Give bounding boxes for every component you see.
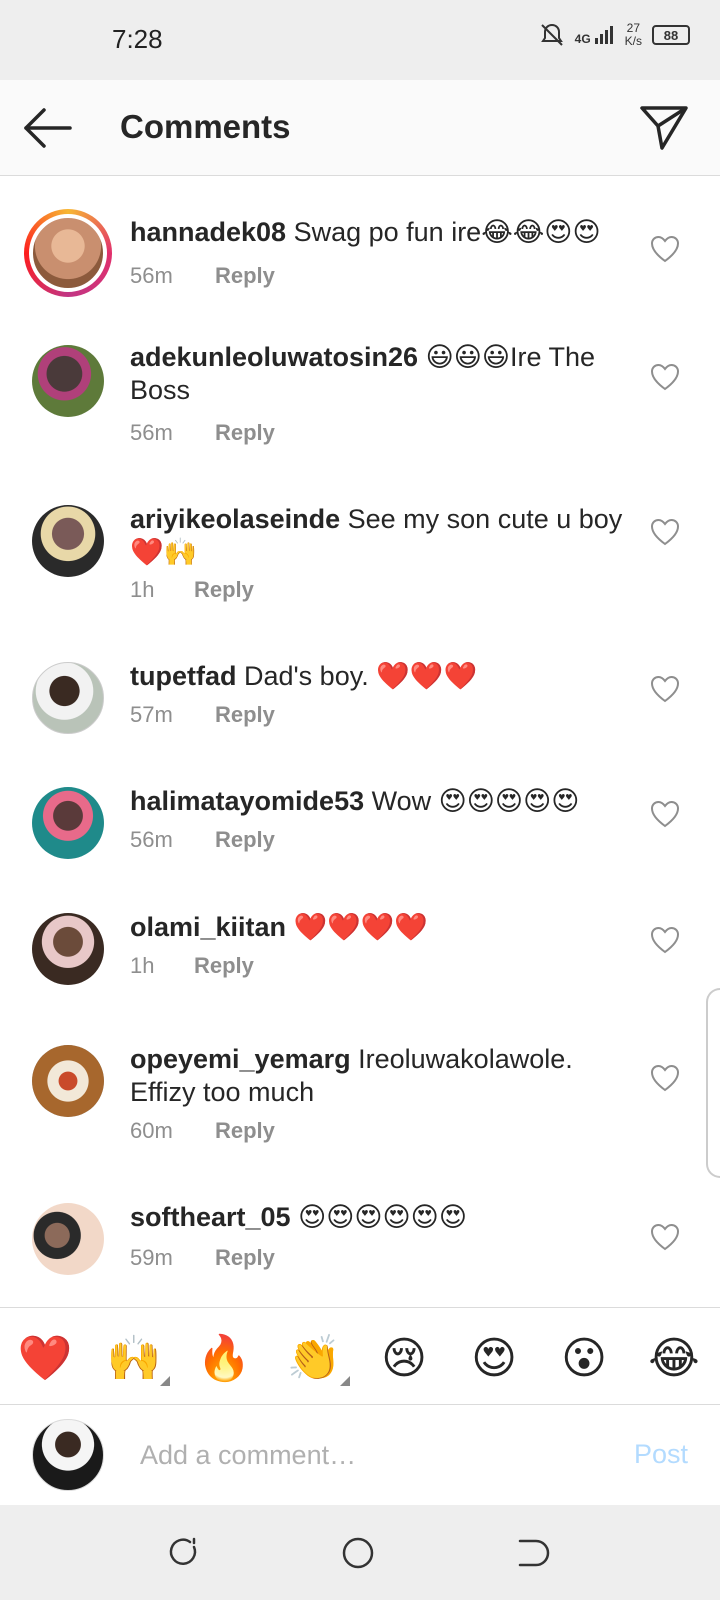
comment-body: 😍😍😍😍😍😍 (290, 1202, 467, 1232)
reply-button[interactable]: Reply (215, 827, 275, 853)
comment-meta: 56m Reply (130, 263, 275, 289)
comment-time: 56m (130, 420, 173, 445)
avatar (29, 214, 107, 292)
network-type: 4G (574, 32, 591, 46)
comment-username[interactable]: ariyikeolaseinde (130, 504, 340, 534)
comment-time: 59m (130, 1245, 173, 1270)
avatar[interactable] (32, 505, 104, 577)
comment-input[interactable] (140, 1435, 600, 1475)
comment-body: Dad's boy. ❤️❤️❤️ (236, 661, 478, 691)
comment-body: Wow 😍😍😍😍😍 (364, 786, 580, 816)
heart-outline-icon[interactable] (650, 235, 680, 263)
comment-meta: 57m Reply (130, 702, 275, 728)
comment-time: 1h (130, 577, 155, 602)
emoji-clapping-hands-button[interactable]: 👏 (286, 1334, 350, 1386)
comment-time: 57m (130, 702, 173, 727)
emoji-tears-of-joy-button[interactable]: 😂 (646, 1334, 702, 1384)
header: Comments (0, 80, 720, 176)
heart-outline-icon[interactable] (650, 800, 680, 828)
recent-apps-icon[interactable] (164, 1533, 204, 1573)
nav-back-icon[interactable] (512, 1533, 552, 1573)
emoji-raising-hands-button[interactable]: 🙌 (106, 1334, 170, 1386)
comment-username[interactable]: halimatayomide53 (130, 786, 364, 816)
status-bar: 7:28 4G 27 K/s 88 (0, 0, 720, 80)
emoji-red-heart-button[interactable]: ❤️ (17, 1334, 73, 1384)
status-icons: 4G 27 K/s 88 (539, 22, 690, 48)
comment-time: 56m (130, 827, 173, 852)
comment-text: softheart_05 😍😍😍😍😍😍 (130, 1201, 628, 1234)
comment-meta: 1h Reply (130, 577, 254, 603)
skin-tone-indicator (340, 1376, 350, 1386)
reply-button[interactable]: Reply (215, 702, 275, 728)
battery-icon: 88 (652, 25, 690, 45)
comment-text: ariyikeolaseinde See my son cute u boy ❤… (130, 503, 628, 569)
comment-username[interactable]: softheart_05 (130, 1202, 291, 1232)
arrow-left-icon (24, 108, 72, 148)
comment-text: hannadek08 Swag po fun ire😂😂😍😍 (130, 216, 628, 249)
comment-text: opeyemi_yemarg Ireoluwakolawole. Effizy … (130, 1043, 628, 1109)
reply-button[interactable]: Reply (194, 577, 254, 603)
scroll-handle[interactable] (706, 988, 720, 1178)
paper-plane-icon (640, 106, 688, 150)
comment-list[interactable]: hannadek08 Swag po fun ire😂😂😍😍 56m Reply… (0, 177, 720, 1307)
heart-outline-icon[interactable] (650, 518, 680, 546)
comment-meta: 56m Reply (130, 827, 275, 853)
avatar[interactable] (32, 345, 104, 417)
comment-body: Swag po fun ire😂😂😍😍 (286, 217, 601, 247)
comment-text: tupetfad Dad's boy. ❤️❤️❤️ (130, 660, 628, 693)
avatar[interactable] (32, 1203, 104, 1275)
comment-username[interactable]: tupetfad (130, 661, 236, 691)
comment-text: olami_kiitan ❤️❤️❤️❤️ (130, 911, 628, 944)
reply-button[interactable]: Reply (215, 263, 275, 289)
comment-time: 56m (130, 263, 173, 288)
home-circle-icon[interactable] (338, 1533, 378, 1573)
emoji-heart-eyes-button[interactable]: 😍 (466, 1334, 522, 1384)
reply-button[interactable]: Reply (215, 1118, 275, 1144)
skin-tone-indicator (160, 1376, 170, 1386)
avatar[interactable] (32, 662, 104, 734)
network-speed: 27 K/s (624, 21, 642, 48)
avatar[interactable] (32, 787, 104, 859)
status-time: 7:28 (112, 24, 163, 54)
comment-username[interactable]: olami_kiitan (130, 912, 286, 942)
heart-outline-icon[interactable] (650, 1223, 680, 1251)
reply-button[interactable]: Reply (215, 1245, 275, 1271)
avatar[interactable] (32, 1045, 104, 1117)
comment-meta: 56m Reply (130, 420, 275, 446)
back-button[interactable] (20, 102, 76, 154)
post-button[interactable]: Post (634, 1439, 688, 1470)
comment-meta: 60m Reply (130, 1118, 275, 1144)
heart-outline-icon[interactable] (650, 1064, 680, 1092)
comment-text: adekunleoluwatosin26 😃😃😃Ire The Boss (130, 341, 628, 407)
comment-meta: 59m Reply (130, 1245, 275, 1271)
comment-time: 60m (130, 1118, 173, 1143)
comment-body: ❤️❤️❤️❤️ (286, 912, 429, 942)
heart-outline-icon[interactable] (650, 675, 680, 703)
comment-text: halimatayomide53 Wow 😍😍😍😍😍 (130, 785, 628, 818)
mute-bell-icon (540, 23, 563, 46)
avatar-story-ring[interactable] (24, 209, 112, 297)
emoji-crying-face-button[interactable]: 😢 (376, 1334, 432, 1384)
reply-button[interactable]: Reply (215, 420, 275, 446)
system-nav-bar (0, 1505, 720, 1600)
comment-username[interactable]: adekunleoluwatosin26 (130, 342, 418, 372)
emoji-bar: ❤️ 🙌 🔥 👏 😢 😍 😮 😂 (0, 1307, 720, 1403)
emoji-fire-button[interactable]: 🔥 (196, 1334, 252, 1384)
comment-time: 1h (130, 953, 155, 978)
page-title: Comments (120, 108, 291, 145)
heart-outline-icon[interactable] (650, 926, 680, 954)
emoji-surprised-face-button[interactable]: 😮 (556, 1334, 612, 1384)
comment-meta: 1h Reply (130, 953, 254, 979)
comment-username[interactable]: opeyemi_yemarg (130, 1044, 351, 1074)
battery-level: 88 (663, 27, 679, 43)
heart-outline-icon[interactable] (650, 363, 680, 391)
add-comment-bar: Post (0, 1404, 720, 1504)
signal-icon (594, 26, 613, 44)
avatar[interactable] (32, 913, 104, 985)
my-avatar (32, 1419, 104, 1491)
share-button[interactable] (636, 102, 692, 154)
comment-username[interactable]: hannadek08 (130, 217, 286, 247)
reply-button[interactable]: Reply (194, 953, 254, 979)
